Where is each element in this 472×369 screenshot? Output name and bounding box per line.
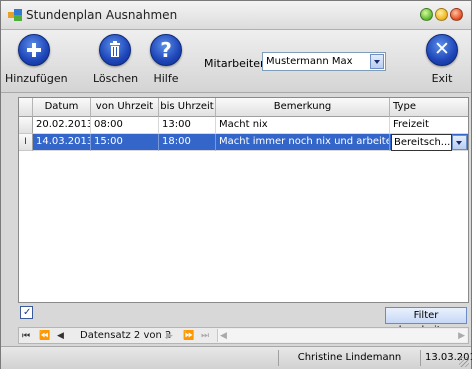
cell-from[interactable]: 15:00 <box>91 134 159 151</box>
cell-date[interactable]: 20.02.2013 <box>33 117 91 134</box>
next-page-icon[interactable]: ⏩ <box>183 329 194 343</box>
status-bar: Christine Lindemann 13.03.2013 <box>1 346 472 369</box>
column-header-remark[interactable]: Bemerkung <box>216 98 390 117</box>
add-button-label: Hinzufügen <box>5 72 68 85</box>
cell-date[interactable]: 14.03.2013 <box>33 134 91 151</box>
title-bar: Stundenplan Ausnahmen <box>1 1 471 30</box>
minimize-button[interactable] <box>420 8 433 21</box>
delete-button-label: Löschen <box>93 72 139 85</box>
chevron-down-icon[interactable] <box>370 54 384 69</box>
scroll-left-icon[interactable]: ◀ <box>220 329 227 343</box>
edit-filter-button[interactable]: Filter bearbeiten <box>385 307 467 336</box>
first-record-icon[interactable]: ⏮ <box>22 329 30 343</box>
cell-remark[interactable]: Macht immer noch nix und arbeitet d... <box>216 134 390 151</box>
column-header-from[interactable]: von Uhrzeit <box>91 98 159 117</box>
cell-type-editor[interactable]: Bereitsch... <box>391 134 452 151</box>
cell-type[interactable]: Freizeit <box>390 117 468 134</box>
status-user: Christine Lindemann <box>278 350 420 366</box>
main-window: Stundenplan Ausnahmen Hinzufügen Löschen <box>0 0 472 369</box>
close-window-button[interactable] <box>450 8 463 21</box>
cell-from[interactable]: 08:00 <box>91 117 159 134</box>
trash-icon <box>99 34 131 66</box>
toolbar: Hinzufügen Löschen ? Hilfe Mitarbeiter M… <box>1 30 471 93</box>
employee-select[interactable]: Mustermann Max <box>262 52 386 71</box>
employee-label: Mitarbeiter <box>204 57 265 70</box>
record-navigator: ⏮ ⏪ ◀ Datensatz 2 von 2 ▶ ⏩ ⏭ ◀ ▶ <box>18 327 469 344</box>
column-header-date[interactable]: Datum <box>33 98 91 117</box>
scroll-right-icon[interactable]: ▶ <box>458 329 465 343</box>
horizontal-scrollbar[interactable]: ◀ ▶ <box>217 329 467 342</box>
record-position: Datensatz 2 von 2 <box>80 330 172 341</box>
delete-button[interactable]: Löschen <box>93 34 139 85</box>
question-icon: ? <box>150 34 182 66</box>
help-button-label: Hilfe <box>153 72 179 85</box>
column-header-to[interactable]: bis Uhrzeit <box>159 98 216 117</box>
filter-checkbox[interactable]: ✓ <box>20 306 33 319</box>
exit-button[interactable]: ✕ Exit <box>425 34 459 85</box>
window-title: Stundenplan Ausnahmen <box>26 8 178 22</box>
previous-page-icon[interactable]: ⏪ <box>39 329 50 343</box>
check-icon: ✓ <box>23 307 32 318</box>
close-icon: ✕ <box>426 34 458 66</box>
next-record-icon[interactable]: ▶ <box>166 329 173 343</box>
cell-to[interactable]: 18:00 <box>159 134 216 151</box>
last-record-icon[interactable]: ⏭ <box>201 329 209 343</box>
chevron-down-icon[interactable] <box>452 135 467 150</box>
status-date: 13.03.2013 <box>420 350 472 366</box>
exit-button-label: Exit <box>431 72 453 85</box>
cell-remark[interactable]: Macht nix <box>216 117 390 134</box>
cell-to[interactable]: 13:00 <box>159 117 216 134</box>
add-button[interactable]: Hinzufügen <box>5 34 68 85</box>
row-header-edit-marker[interactable]: I <box>19 134 33 151</box>
help-button[interactable]: ? Hilfe <box>149 34 183 85</box>
employee-select-value: Mustermann Max <box>266 56 353 67</box>
row-header-corner <box>19 98 33 117</box>
app-icon <box>8 9 22 21</box>
row-header[interactable] <box>19 117 33 134</box>
resize-grip[interactable] <box>459 357 469 367</box>
exceptions-table[interactable]: Datum von Uhrzeit bis Uhrzeit Bemerkung … <box>18 97 469 303</box>
plus-icon <box>18 34 50 66</box>
maximize-button[interactable] <box>435 8 448 21</box>
previous-record-icon[interactable]: ◀ <box>57 329 64 343</box>
column-header-type[interactable]: Type <box>390 98 468 117</box>
